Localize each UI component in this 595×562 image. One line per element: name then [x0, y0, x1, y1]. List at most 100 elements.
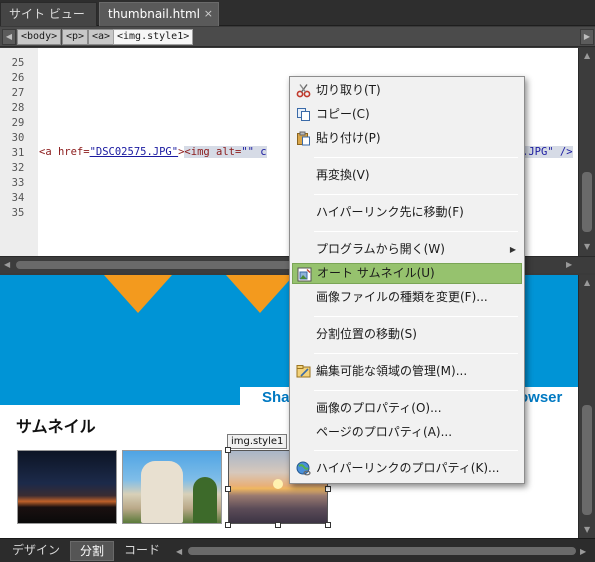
code-vertical-scrollbar[interactable]: ▲ ▼ [578, 48, 595, 256]
scroll-up-icon[interactable]: ▲ [584, 51, 590, 60]
menu-separator [314, 353, 518, 354]
code-href-value[interactable]: "DSC02575.JPG" [90, 146, 179, 158]
line-number: 25 [11, 57, 25, 69]
menu-item-label: ハイパーリンク先に移動(F) [316, 205, 464, 219]
thumbnail-night-city[interactable] [17, 450, 117, 524]
split-view-tab[interactable]: 分割 [70, 541, 114, 561]
code-anchor-open: <a [39, 146, 58, 158]
menu-item-label: 貼り付け(P) [316, 131, 381, 145]
resize-handle[interactable] [225, 522, 231, 528]
scroll-down-icon[interactable]: ▼ [584, 525, 590, 534]
thumbnail-sphinx[interactable] [122, 450, 222, 524]
close-tab-icon[interactable]: × [204, 3, 213, 25]
resize-handle[interactable] [225, 447, 231, 453]
resize-handle[interactable] [225, 486, 231, 492]
orange-triangle-decoration [226, 275, 294, 313]
line-number: 28 [11, 102, 25, 114]
menu-item-cut[interactable]: 切り取り(T) [292, 80, 522, 101]
page-heading[interactable]: サムネイル [16, 413, 96, 437]
design-vertical-scrollbar[interactable]: ▲ ▼ [578, 275, 595, 538]
code-alt-attr: alt= [216, 146, 242, 158]
document-tab-bar: サイト ビュー thumbnail.html × [0, 0, 595, 26]
menu-item-manage-editable-regions[interactable]: 編集可能な領域の管理(M)... [292, 361, 522, 382]
tag-scroll-left-icon[interactable]: ◀ [2, 29, 16, 45]
design-hscroll-thumb[interactable] [188, 547, 576, 555]
sphinx-statue-shape [141, 461, 183, 523]
scroll-up-icon[interactable]: ▲ [584, 278, 590, 287]
code-view-tab[interactable]: コード [116, 541, 168, 561]
editable-region-icon [296, 365, 311, 378]
line-number: 34 [11, 192, 25, 204]
tag-body[interactable]: <body> [17, 29, 62, 45]
menu-item-label: 画像のプロパティ(O)... [316, 401, 442, 415]
design-horizontal-scrollbar[interactable]: ◀ ▶ [174, 544, 590, 558]
tag-scroll-right-icon[interactable]: ▶ [580, 29, 594, 45]
code-hscroll-thumb[interactable] [16, 261, 296, 269]
line-number: 35 [11, 207, 25, 219]
menu-separator [314, 194, 518, 195]
scroll-left-icon[interactable]: ◀ [4, 260, 10, 269]
menu-separator [314, 157, 518, 158]
line-number: 27 [11, 87, 25, 99]
menu-separator [314, 450, 518, 451]
banner-browser-text: owser [519, 389, 563, 406]
app-window: サイト ビュー thumbnail.html × ◀ <body> <p> <a… [0, 0, 595, 562]
menu-item-reconvert[interactable]: 再変換(V) [292, 165, 522, 186]
palm-tree-shape [193, 477, 217, 523]
code-tail-text: .JPG" /> [522, 146, 573, 158]
menu-separator [314, 390, 518, 391]
line-number: 29 [11, 117, 25, 129]
auto-thumbnail-icon [297, 267, 312, 282]
line-number: 30 [11, 132, 25, 144]
code-fragment: c [253, 146, 267, 158]
menu-item-page-properties[interactable]: ページのプロパティ(A)... [292, 422, 522, 443]
tab-site-view[interactable]: サイト ビュー [0, 2, 97, 26]
code-scroll-thumb[interactable] [582, 172, 592, 232]
scroll-left-icon[interactable]: ◀ [176, 547, 182, 556]
design-scroll-thumb[interactable] [582, 405, 592, 515]
design-view-tab[interactable]: デザイン [4, 541, 68, 561]
tag-a[interactable]: <a> [88, 29, 115, 45]
resize-handle[interactable] [275, 522, 281, 528]
tab-thumbnail-html[interactable]: thumbnail.html × [99, 2, 219, 26]
menu-item-copy[interactable]: コピー(C) [292, 104, 522, 125]
code-line-31-tail: .JPG" /> [522, 146, 573, 158]
code-img-tag: <img [184, 146, 217, 158]
scroll-down-icon[interactable]: ▼ [584, 242, 590, 251]
submenu-arrow-icon: ▶ [509, 245, 516, 254]
code-href-attr: href= [57, 146, 90, 158]
menu-item-hyperlink-properties[interactable]: ハイパーリンクのプロパティ(K)... [292, 458, 522, 479]
tag-p[interactable]: <p> [62, 29, 89, 45]
menu-item-label: コピー(C) [316, 107, 370, 121]
line-number: 32 [11, 162, 25, 174]
scroll-right-icon[interactable]: ▶ [566, 260, 572, 269]
paste-icon [297, 131, 310, 146]
menu-item-paste[interactable]: 貼り付け(P) [292, 128, 522, 149]
menu-item-label: 分割位置の移動(S) [316, 327, 417, 341]
menu-item-label: 再変換(V) [316, 168, 370, 182]
menu-item-change-image-type[interactable]: 画像ファイルの種類を変更(F)... [292, 287, 522, 308]
menu-item-label: プログラムから開く(W) [316, 242, 445, 256]
code-alt-value: "" [241, 146, 254, 158]
hyperlink-icon [296, 461, 311, 476]
menu-item-label: 切り取り(T) [316, 83, 381, 97]
menu-item-open-with[interactable]: プログラムから開く(W) ▶ [292, 239, 522, 260]
selected-image-label: img.style1 [227, 434, 288, 449]
menu-item-label: ハイパーリンクのプロパティ(K)... [316, 461, 500, 475]
quick-tag-selector: ◀ <body> <p> <a> <img.style1> ▶ [0, 27, 595, 47]
code-line-31[interactable]: <a href="DSC02575.JPG"><img alt="" c [39, 146, 267, 160]
menu-item-auto-thumbnail[interactable]: オート サムネイル(U) [292, 263, 522, 284]
menu-item-follow-hyperlink[interactable]: ハイパーリンク先に移動(F) [292, 202, 522, 223]
tag-img-style1[interactable]: <img.style1> [113, 29, 194, 45]
line-number: 33 [11, 177, 25, 189]
menu-item-move-split[interactable]: 分割位置の移動(S) [292, 324, 522, 345]
menu-item-label: ページのプロパティ(A)... [316, 425, 453, 439]
resize-handle[interactable] [325, 522, 331, 528]
orange-triangle-decoration [104, 275, 172, 313]
menu-separator [314, 316, 518, 317]
context-menu: 切り取り(T) コピー(C) 貼り付け(P) 再変換(V) ハイパーリンク先に移… [289, 76, 525, 484]
line-number-gutter: 25 26 27 28 29 30 31 32 33 34 35 [0, 48, 38, 256]
resize-handle[interactable] [325, 486, 331, 492]
menu-item-image-properties[interactable]: 画像のプロパティ(O)... [292, 398, 522, 419]
scroll-right-icon[interactable]: ▶ [580, 547, 586, 556]
